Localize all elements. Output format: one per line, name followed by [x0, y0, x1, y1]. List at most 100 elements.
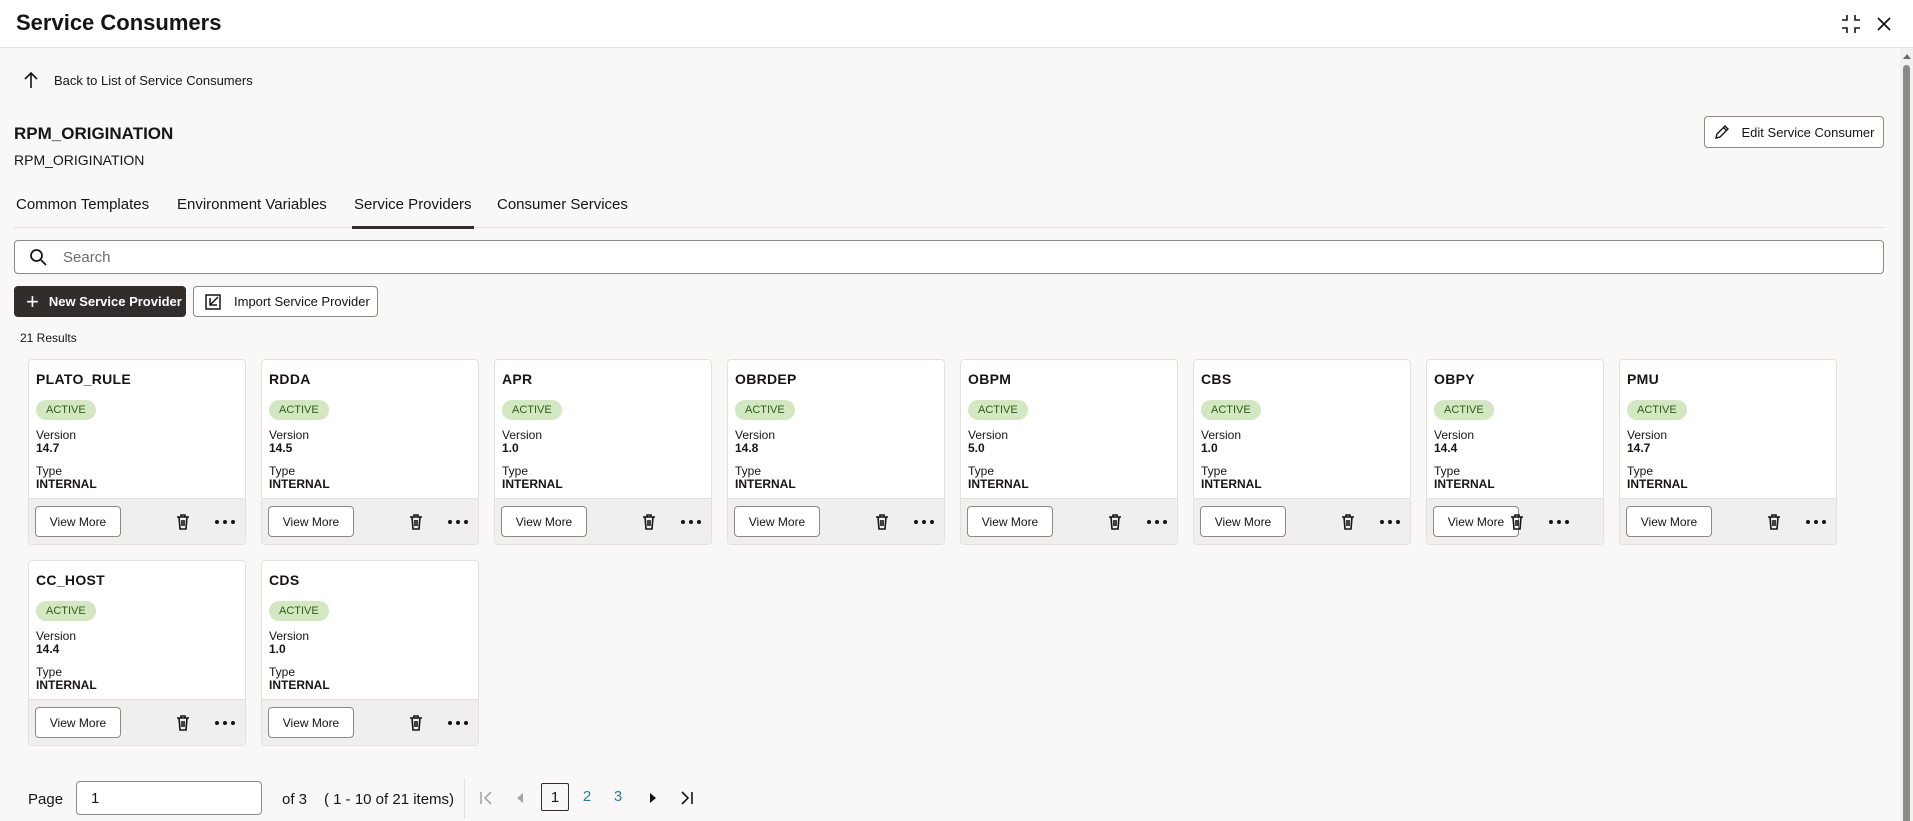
page-number-input[interactable] [76, 781, 262, 815]
more-options-icon[interactable] [446, 713, 470, 733]
type-label: Type [1434, 464, 1461, 478]
view-more-button[interactable]: View More [967, 506, 1053, 537]
delete-icon[interactable] [406, 512, 426, 532]
back-link[interactable]: Back to List of Service Consumers [22, 70, 253, 90]
view-more-button[interactable]: View More [501, 506, 587, 537]
more-options-icon[interactable] [213, 713, 237, 733]
more-options-icon[interactable] [213, 512, 237, 532]
provider-name: APR [502, 371, 533, 387]
edit-service-consumer-button[interactable]: Edit Service Consumer [1704, 116, 1884, 148]
first-page-icon[interactable] [476, 788, 496, 808]
tab-environment-variables[interactable]: Environment Variables [177, 196, 327, 228]
type-value: INTERNAL [1434, 477, 1495, 491]
page-2-button[interactable]: 2 [573, 783, 601, 811]
provider-card: CC_HOST ACTIVE Version 14.4 Type INTERNA… [28, 560, 246, 746]
version-value: 5.0 [968, 441, 985, 455]
type-label: Type [1201, 464, 1228, 478]
new-service-provider-button[interactable]: + New Service Provider [14, 286, 186, 317]
provider-card: OBPY ACTIVE Version 14.4 Type INTERNAL V… [1426, 359, 1604, 545]
version-value: 14.4 [36, 642, 60, 656]
delete-icon[interactable] [1507, 512, 1527, 532]
more-options-icon[interactable] [446, 512, 470, 532]
import-button-label: Import Service Provider [234, 294, 370, 309]
status-badge: ACTIVE [502, 400, 562, 420]
search-icon [30, 249, 47, 266]
last-page-icon[interactable] [677, 788, 697, 808]
tab-consumer-services[interactable]: Consumer Services [497, 196, 628, 228]
provider-card: OBPM ACTIVE Version 5.0 Type INTERNAL Vi… [960, 359, 1178, 545]
card-footer: View More [728, 498, 944, 544]
scrollbar-thumb[interactable] [1903, 65, 1910, 821]
back-link-label: Back to List of Service Consumers [54, 72, 253, 88]
close-icon[interactable] [1872, 12, 1896, 36]
search-input[interactable] [63, 248, 1763, 266]
status-badge: ACTIVE [269, 400, 329, 420]
view-more-button[interactable]: View More [268, 707, 354, 738]
card-footer: View More [262, 498, 478, 544]
provider-name: PMU [1627, 371, 1660, 387]
type-label: Type [968, 464, 995, 478]
type-value: INTERNAL [1201, 477, 1262, 491]
type-value: INTERNAL [735, 477, 796, 491]
view-more-button[interactable]: View More [1626, 506, 1712, 537]
edit-button-label: Edit Service Consumer [1741, 124, 1875, 140]
view-more-button[interactable]: View More [35, 506, 121, 537]
type-label: Type [735, 464, 762, 478]
provider-card: OBRDEP ACTIVE Version 14.8 Type INTERNAL… [727, 359, 945, 545]
more-options-icon[interactable] [912, 512, 936, 532]
previous-page-icon[interactable] [510, 788, 530, 808]
type-value: INTERNAL [269, 678, 330, 692]
results-count: 21 Results [20, 331, 77, 345]
version-label: Version [502, 428, 543, 442]
type-value: INTERNAL [502, 477, 563, 491]
type-value: INTERNAL [36, 678, 97, 692]
view-more-button[interactable]: View More [734, 506, 820, 537]
delete-icon[interactable] [639, 512, 659, 532]
delete-icon[interactable] [173, 713, 193, 733]
more-options-icon[interactable] [1145, 512, 1169, 532]
view-more-button[interactable]: View More [1200, 506, 1286, 537]
pencil-icon [1714, 125, 1729, 139]
version-value: 14.7 [1627, 441, 1651, 455]
delete-icon[interactable] [406, 713, 426, 733]
view-more-button[interactable]: View More [35, 707, 121, 738]
type-label: Type [1627, 464, 1654, 478]
delete-icon[interactable] [872, 512, 892, 532]
collapse-icon[interactable] [1839, 12, 1863, 36]
tab-bar: Common Templates Environment Variables S… [14, 196, 1884, 229]
provider-name: CBS [1201, 371, 1232, 387]
more-options-icon[interactable] [1378, 512, 1402, 532]
version-label: Version [968, 428, 1009, 442]
vertical-scrollbar[interactable] [1900, 48, 1913, 821]
provider-card: APR ACTIVE Version 1.0 Type INTERNAL Vie… [494, 359, 712, 545]
version-label: Version [269, 629, 310, 643]
status-badge: ACTIVE [968, 400, 1028, 420]
tab-common-templates[interactable]: Common Templates [16, 196, 149, 228]
next-page-icon[interactable] [643, 788, 663, 808]
page-of-label: of 3 [282, 791, 308, 808]
delete-icon[interactable] [173, 512, 193, 532]
scroll-up-icon[interactable] [1903, 54, 1911, 59]
pager-divider [464, 778, 465, 818]
more-options-icon[interactable] [679, 512, 703, 532]
import-service-provider-button[interactable]: Import Service Provider [193, 286, 378, 317]
type-value: INTERNAL [968, 477, 1029, 491]
delete-icon[interactable] [1338, 512, 1358, 532]
provider-card: RDDA ACTIVE Version 14.5 Type INTERNAL V… [261, 359, 479, 545]
new-button-label: New Service Provider [48, 294, 182, 309]
version-label: Version [1434, 428, 1475, 442]
view-more-button[interactable]: View More [268, 506, 354, 537]
more-options-icon[interactable] [1804, 512, 1828, 532]
more-options-icon[interactable] [1547, 512, 1571, 532]
page-1-button[interactable]: 1 [541, 783, 569, 811]
type-label: Type [36, 464, 63, 478]
provider-name: PLATO_RULE [36, 371, 132, 387]
delete-icon[interactable] [1105, 512, 1125, 532]
version-label: Version [36, 428, 77, 442]
version-value: 1.0 [502, 441, 519, 455]
tab-service-providers[interactable]: Service Providers [352, 196, 474, 229]
delete-icon[interactable] [1764, 512, 1784, 532]
card-footer: View More [29, 699, 245, 745]
page-3-button[interactable]: 3 [604, 783, 632, 811]
type-label: Type [269, 464, 296, 478]
